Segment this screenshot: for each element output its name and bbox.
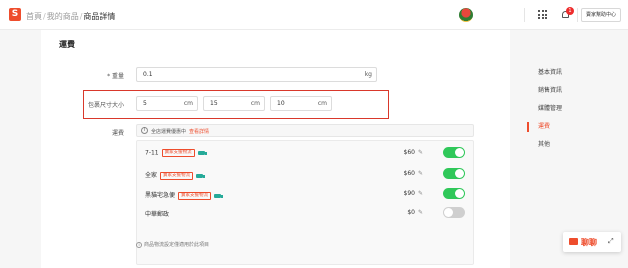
edit-pencil-icon[interactable]: ✎ [418, 209, 423, 216]
package-length-value: 5 [143, 100, 147, 107]
edit-pencil-icon[interactable]: ✎ [418, 149, 423, 156]
truck-icon [214, 193, 224, 198]
seller-logistics-tag: 賣家支援物流 [161, 149, 195, 157]
nav-item-others[interactable]: 其他 [527, 140, 617, 158]
channel-name-text: 中華郵政 [145, 211, 170, 218]
nav-item-media[interactable]: 媒體管理 [527, 104, 617, 122]
weight-input[interactable]: 0.1 kg [136, 67, 377, 82]
seller-help-center-button[interactable]: 賣家幫助中心 [581, 8, 621, 22]
shipping-note: i 商品物流設定僅適用於此項目 [136, 241, 209, 248]
package-width-unit: cm [250, 100, 260, 107]
shipping-promo-bar: i 全店運費優惠中 查看詳情 [136, 124, 474, 137]
package-height-value: 10 [277, 100, 285, 107]
breadcrumb: 首頁/我的商品/商品詳情 [26, 11, 115, 22]
nav-item-sales-info[interactable]: 銷售資訊 [527, 86, 617, 104]
truck-icon [196, 173, 206, 178]
weight-value: 0.1 [143, 71, 153, 78]
breadcrumb-my-products[interactable]: 我的商品 [47, 12, 79, 21]
shipping-channel-row: 中華郵政 $0 ✎ [137, 204, 475, 222]
breadcrumb-current: 商品詳情 [83, 12, 116, 21]
nav-item-basic-info[interactable]: 基本資訊 [527, 68, 617, 86]
chat-icon [569, 238, 578, 245]
breadcrumb-separator: / [79, 12, 83, 21]
shipping-card: 運費 * 重量 0.1 kg 包裹尺寸大小 5 cm 15 cm 10 cm 運… [41, 30, 510, 268]
section-nav: 基本資訊 銷售資訊 媒體管理 運費 其他 [527, 68, 617, 158]
promo-text: 全店運費優惠中 [151, 129, 187, 135]
package-size-label: 包裹尺寸大小 [87, 102, 124, 109]
channel-name: 全家 賣家支援物流 [145, 170, 206, 180]
divider [577, 8, 578, 22]
edit-pencil-icon[interactable]: ✎ [418, 190, 423, 197]
avatar[interactable] [459, 8, 473, 22]
package-length-input[interactable]: 5 cm [136, 96, 198, 111]
package-height-input[interactable]: 10 cm [270, 96, 332, 111]
notification-badge: 1 [566, 7, 574, 15]
shipping-channel-row: 全家 賣家支援物流 $60 ✎ [137, 165, 475, 183]
nav-item-shipping[interactable]: 運費 [527, 122, 617, 140]
shipping-channel-row: 黑貓宅急便 賣家支援物流 $90 ✎ [137, 185, 475, 203]
divider [524, 8, 525, 22]
package-length-unit: cm [183, 100, 193, 107]
weight-label: * 重量 [107, 73, 124, 80]
info-icon: i [141, 127, 148, 134]
shipping-note-text: 商品物流設定僅適用於此項目 [144, 242, 210, 248]
top-bar: S 首頁/我的商品/商品詳情 1 賣家幫助中心 [0, 0, 628, 30]
section-title: 運費 [59, 40, 75, 49]
channel-name-text: 7-11 [145, 149, 159, 157]
apps-grid-icon[interactable] [538, 10, 547, 19]
channel-toggle[interactable] [443, 207, 465, 218]
expand-icon[interactable]: ⤢ [608, 237, 614, 246]
chat-widget[interactable]: 聊聊 ⤢ [563, 232, 621, 252]
channel-price: $0 [407, 209, 415, 216]
truck-icon [197, 151, 207, 155]
channel-price: $60 [403, 170, 415, 177]
shopee-logo[interactable]: S [9, 8, 21, 21]
channel-name: 中華郵政 [145, 209, 169, 218]
breadcrumb-separator: / [43, 12, 46, 21]
channel-toggle[interactable] [443, 147, 465, 158]
seller-logistics-tag: 賣家支援物流 [160, 171, 194, 180]
channel-name: 黑貓宅急便 賣家支援物流 [145, 190, 224, 200]
channel-toggle[interactable] [443, 188, 465, 199]
shipping-channel-row: 7-11 賣家支援物流 $60 ✎ [137, 144, 475, 162]
channel-name-text: 全家 [145, 172, 158, 179]
breadcrumb-home[interactable]: 首頁 [26, 12, 42, 21]
package-width-value: 15 [210, 100, 218, 107]
promo-details-link[interactable]: 查看詳情 [189, 129, 209, 135]
shipping-fee-label: 運費 [111, 130, 124, 137]
package-width-input[interactable]: 15 cm [203, 96, 265, 111]
edit-pencil-icon[interactable]: ✎ [418, 170, 423, 177]
channel-price: $60 [403, 149, 415, 156]
chat-label: 聊聊 [581, 238, 597, 247]
shipping-promo-text: 全店運費優惠中 查看詳情 [151, 128, 209, 135]
package-height-unit: cm [317, 100, 327, 107]
seller-logistics-tag: 賣家支援物流 [178, 191, 212, 200]
channel-name: 7-11 賣家支援物流 [145, 149, 207, 157]
info-icon: i [136, 241, 142, 248]
channel-toggle[interactable] [443, 168, 465, 179]
channel-name-text: 黑貓宅急便 [145, 192, 176, 199]
channel-price: $90 [403, 190, 415, 197]
weight-unit: kg [364, 71, 372, 78]
